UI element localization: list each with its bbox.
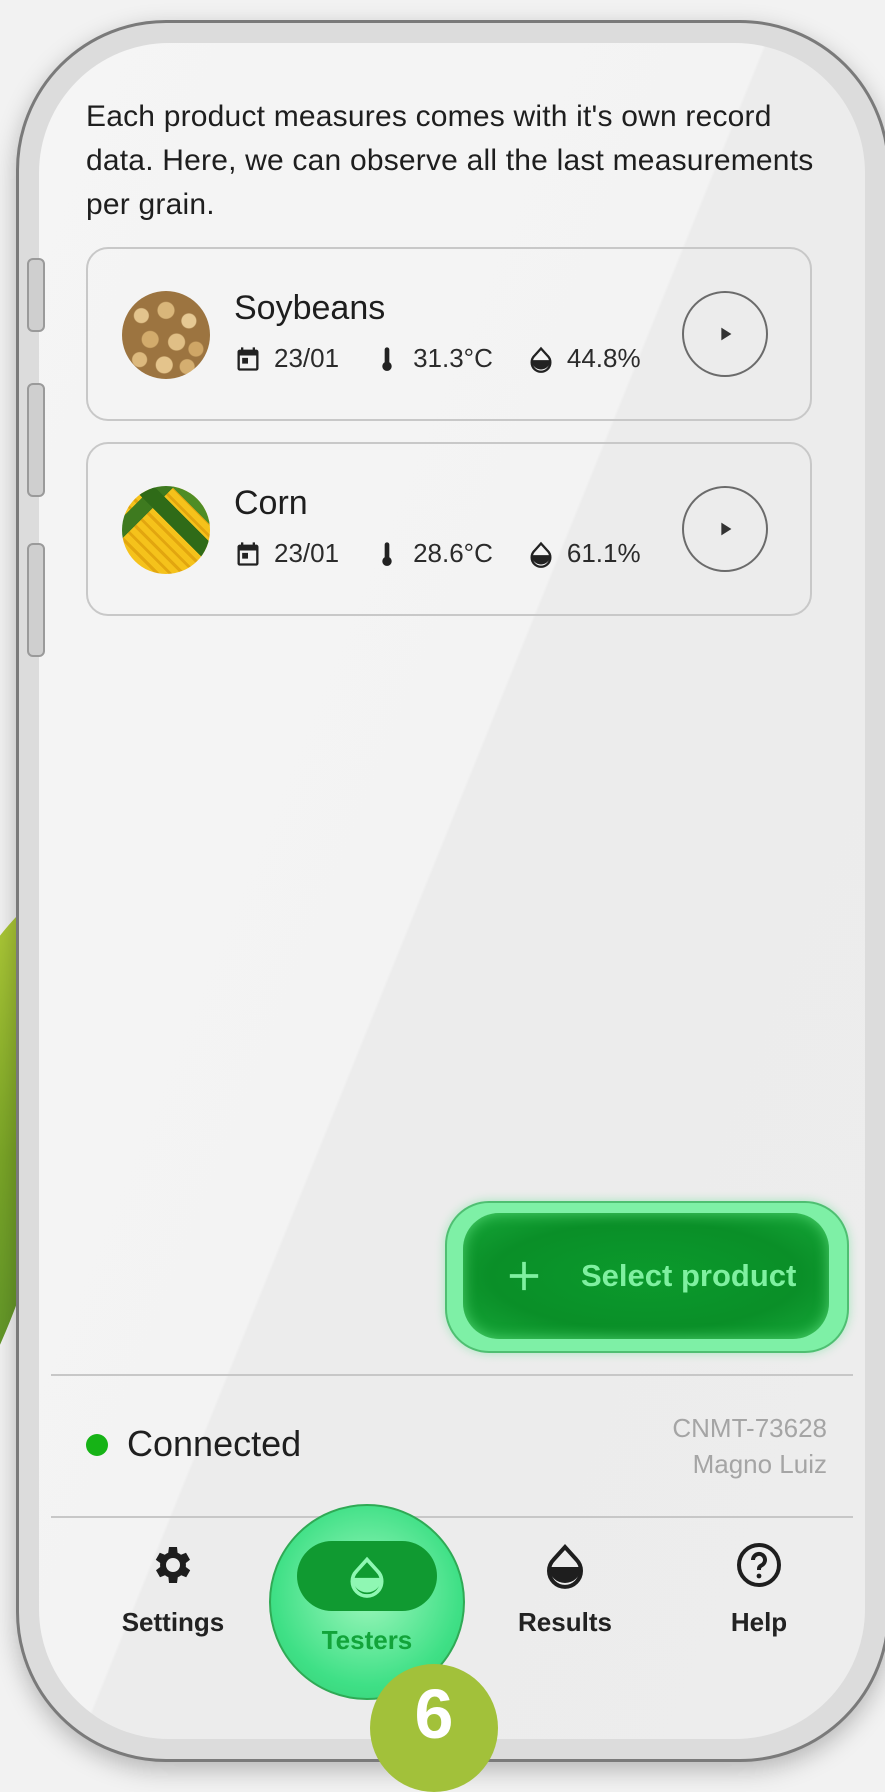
humidity-icon bbox=[530, 346, 552, 373]
select-product-button[interactable]: Select product bbox=[463, 1213, 829, 1339]
intro-text: Each product measures comes with it's ow… bbox=[86, 100, 814, 221]
connection-status: Connected bbox=[127, 1423, 302, 1464]
product-temperature: 28.6°C bbox=[413, 538, 493, 568]
side-button bbox=[27, 543, 45, 657]
plus-icon bbox=[509, 1261, 539, 1291]
product-meta: 23/01 28.6°C 61.1% bbox=[234, 538, 641, 569]
corn-thumbnail bbox=[122, 486, 210, 574]
step-badge: 6 bbox=[370, 1664, 498, 1792]
open-product-button[interactable] bbox=[682, 486, 768, 572]
play-icon bbox=[721, 522, 732, 536]
help-circle-icon bbox=[737, 1543, 781, 1587]
product-card-soybeans[interactable]: Soybeans 23/01 31.3°C 44.8% bbox=[86, 247, 812, 421]
product-date: 23/01 bbox=[274, 538, 340, 568]
thermometer-icon bbox=[382, 541, 392, 566]
nav-help[interactable]: Help bbox=[669, 1541, 849, 1638]
side-button bbox=[27, 383, 45, 497]
nav-testers[interactable] bbox=[297, 1541, 437, 1611]
open-product-button[interactable] bbox=[682, 291, 768, 377]
user-name: Magno Luiz bbox=[692, 1449, 827, 1479]
divider bbox=[51, 1374, 853, 1376]
select-product-label: Select product bbox=[581, 1258, 797, 1293]
device-id: CNMT-73628 bbox=[672, 1413, 827, 1443]
gear-icon bbox=[155, 1547, 191, 1583]
product-card-corn[interactable]: Corn 23/01 28.6°C 61.1% bbox=[86, 442, 812, 616]
status-dot bbox=[86, 1434, 108, 1456]
humidity-icon bbox=[530, 541, 552, 568]
product-date: 23/01 bbox=[274, 343, 340, 373]
soybeans-thumbnail bbox=[122, 291, 210, 379]
drop-half-icon bbox=[547, 1544, 583, 1589]
product-name: Corn bbox=[234, 484, 308, 522]
product-humidity: 44.8% bbox=[566, 343, 641, 373]
product-name: Soybeans bbox=[234, 289, 386, 327]
calendar-icon bbox=[237, 346, 259, 371]
product-meta: 23/01 31.3°C 44.8% bbox=[234, 343, 641, 374]
phone-frame: Each product measures comes with it's ow… bbox=[16, 20, 885, 1762]
app-screen: Each product measures comes with it's ow… bbox=[39, 43, 865, 1739]
product-temperature: 31.3°C bbox=[413, 343, 493, 373]
thermometer-icon bbox=[382, 346, 392, 371]
nav-results[interactable]: Results bbox=[475, 1541, 655, 1638]
nav-settings[interactable]: Settings bbox=[83, 1541, 263, 1638]
nav-settings-label: Settings bbox=[121, 1607, 225, 1637]
play-icon bbox=[721, 327, 732, 341]
calendar-icon bbox=[237, 541, 259, 566]
product-humidity: 61.1% bbox=[566, 538, 641, 568]
nav-results-label: Results bbox=[518, 1607, 612, 1637]
nav-testers-label[interactable]: Testers bbox=[269, 1625, 465, 1656]
nav-help-label: Help bbox=[730, 1607, 788, 1637]
drop-half-icon bbox=[350, 1556, 384, 1598]
side-button bbox=[27, 258, 45, 332]
divider bbox=[51, 1516, 853, 1518]
